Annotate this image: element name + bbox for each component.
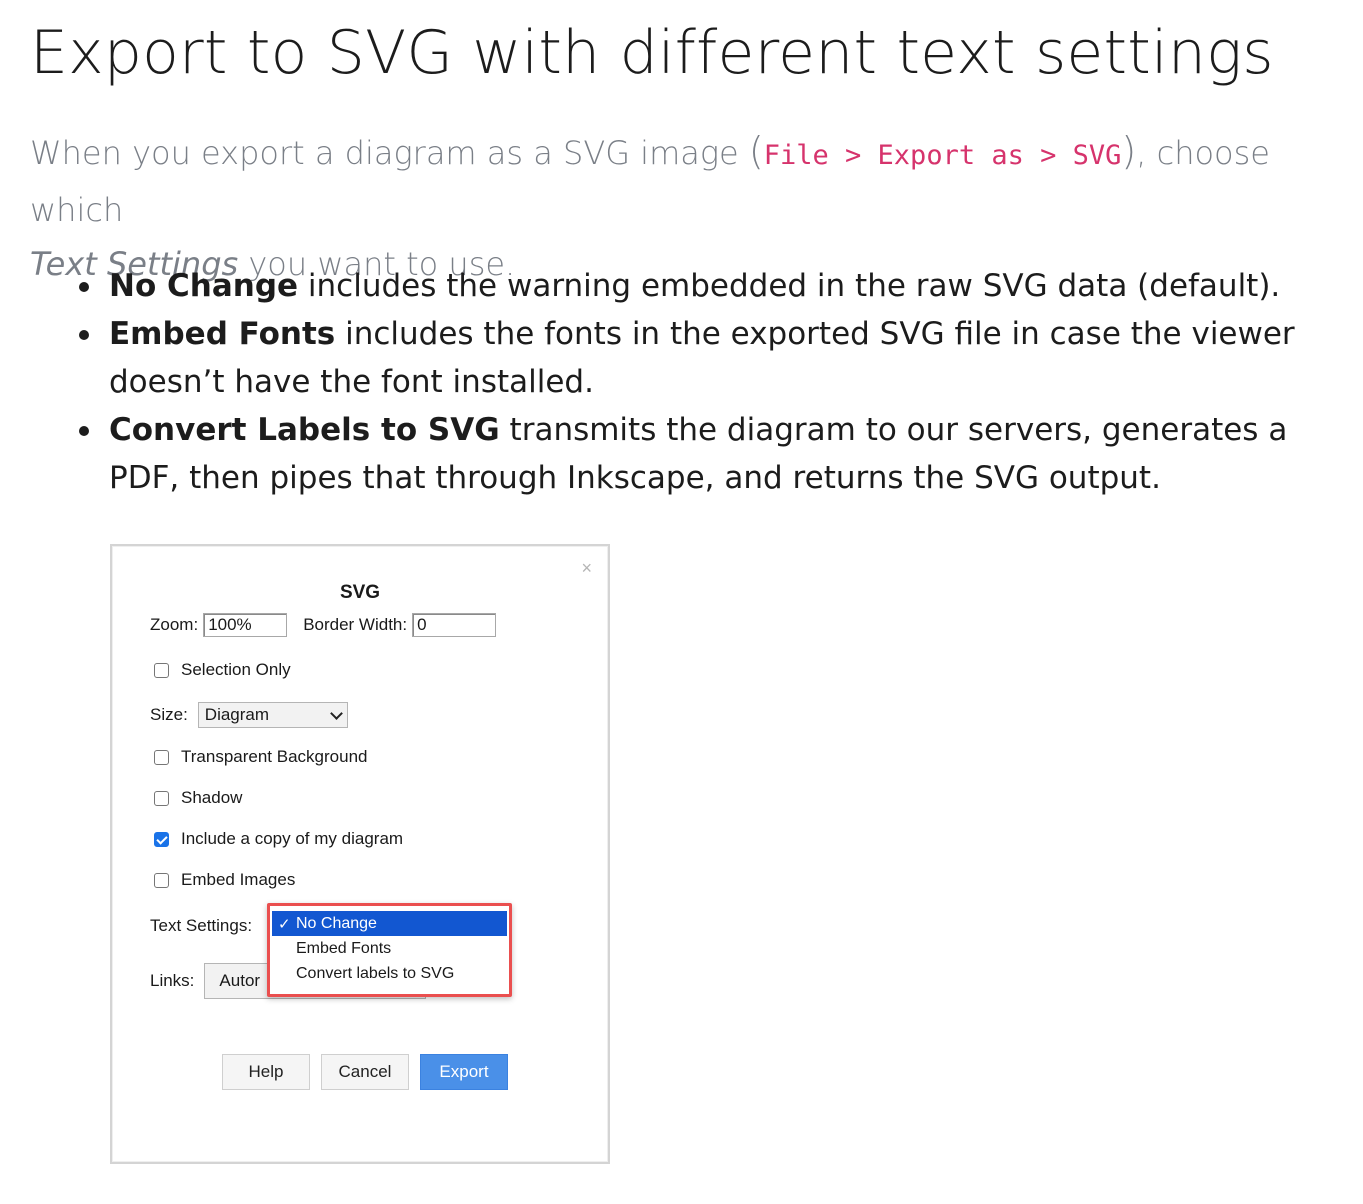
check-icon: ✓ [278, 915, 291, 933]
transparent-background-row[interactable]: Transparent Background [150, 747, 367, 767]
shadow-checkbox[interactable] [154, 790, 169, 806]
border-width-input[interactable]: 0 [412, 613, 497, 637]
embed-images-row[interactable]: Embed Images [150, 870, 295, 890]
list-term: No Change [109, 268, 299, 304]
shadow-label: Shadow [181, 788, 243, 807]
menu-item-label: Embed Fonts [296, 939, 392, 957]
close-paren: ) [1121, 129, 1137, 173]
list-item: Convert Labels to SVG transmits the diag… [79, 406, 1359, 502]
zoom-label: Zoom: [150, 615, 199, 634]
list-item: Embed Fonts includes the fonts in the ex… [79, 310, 1359, 406]
menu-path-export: Export as [877, 140, 1024, 171]
selection-only-label: Selection Only [181, 660, 291, 679]
menu-item-embed-fonts[interactable]: Embed Fonts [272, 936, 507, 961]
list-text: includes the warning embedded in the raw… [298, 268, 1281, 304]
text-settings-row: Text Settings: [150, 916, 252, 936]
open-paren: ( [748, 129, 764, 173]
embed-images-label: Embed Images [181, 870, 296, 889]
text-settings-dropdown[interactable]: ✓ No Change Embed Fonts Convert labels t… [267, 903, 512, 997]
page-title: Export to SVG with different text settin… [30, 18, 1274, 88]
menu-item-label: Convert labels to SVG [296, 964, 455, 982]
selection-only-row[interactable]: Selection Only [150, 660, 291, 680]
export-button[interactable]: Export [420, 1054, 508, 1090]
border-width-label: Border Width: [303, 615, 408, 634]
include-copy-label: Include a copy of my diagram [181, 829, 404, 848]
menu-path-file: File [763, 140, 829, 171]
size-label: Size: [150, 705, 188, 724]
chevron-down-icon [329, 706, 343, 720]
intro-text: When you export a diagram as a SVG image [30, 134, 749, 172]
menu-path-svg: SVG [1072, 140, 1122, 171]
menu-path-sep: > [828, 140, 878, 171]
include-copy-row[interactable]: Include a copy of my diagram [150, 829, 403, 849]
include-copy-checkbox[interactable] [154, 831, 169, 847]
list-term: Convert Labels to SVG [109, 412, 500, 448]
list-item: No Change includes the warning embedded … [79, 262, 1359, 310]
cancel-button[interactable]: Cancel [321, 1054, 409, 1090]
svg-export-dialog: × SVG Zoom: 100% Border Width: 0 Selecti… [110, 544, 610, 1164]
size-select[interactable]: Diagram [197, 702, 348, 728]
size-row: Size: Diagram [150, 702, 348, 728]
menu-item-label: No Change [296, 914, 377, 932]
selection-only-checkbox[interactable] [154, 662, 169, 678]
transparent-background-checkbox[interactable] [154, 749, 169, 765]
links-label: Links: [150, 971, 195, 990]
zoom-row: Zoom: 100% Border Width: 0 [150, 613, 497, 637]
menu-item-no-change[interactable]: ✓ No Change [272, 911, 507, 936]
transparent-background-label: Transparent Background [181, 747, 368, 766]
help-button[interactable]: Help [222, 1054, 310, 1090]
size-value: Diagram [204, 705, 270, 724]
close-icon[interactable]: × [581, 558, 592, 579]
links-value: Autor [219, 971, 261, 990]
dialog-title: SVG [339, 582, 381, 603]
option-list: No Change includes the warning embedded … [79, 262, 1359, 502]
menu-item-convert-labels[interactable]: Convert labels to SVG [272, 961, 507, 986]
list-term: Embed Fonts [109, 316, 336, 352]
zoom-input[interactable]: 100% [203, 613, 288, 637]
shadow-row[interactable]: Shadow [150, 788, 242, 808]
menu-path-sep: > [1023, 140, 1073, 171]
text-settings-label: Text Settings: [150, 916, 253, 935]
embed-images-checkbox[interactable] [154, 872, 169, 888]
